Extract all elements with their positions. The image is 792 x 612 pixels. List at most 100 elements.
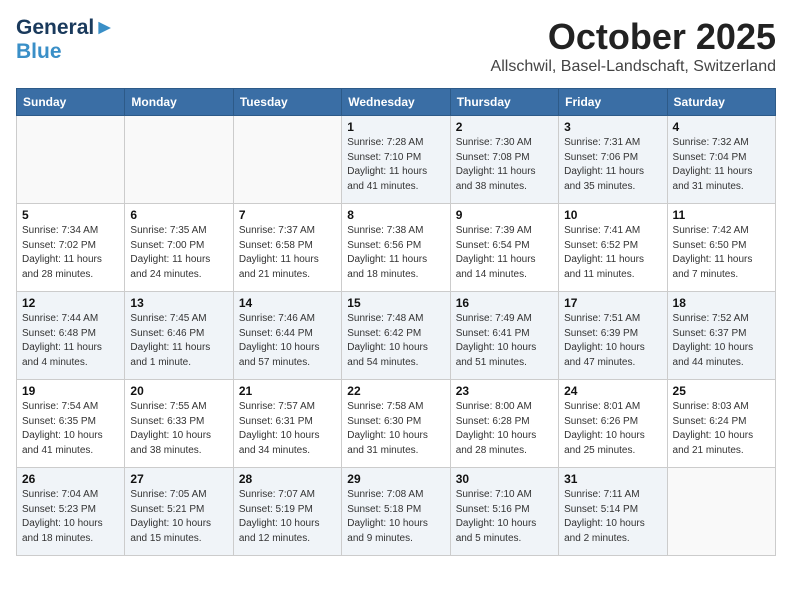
day-info: Sunrise: 7:48 AMSunset: 6:42 PMDaylight:… xyxy=(347,312,444,370)
day-info: Sunrise: 7:34 AMSunset: 7:02 PMDaylight:… xyxy=(22,224,119,282)
logo: General► Blue xyxy=(16,16,115,64)
day-number: 10 xyxy=(564,208,661,222)
day-number: 28 xyxy=(239,472,336,486)
calendar-cell: 25 Sunrise: 8:03 AMSunset: 6:24 PMDayligh… xyxy=(667,380,775,468)
day-number: 27 xyxy=(130,472,227,486)
weekday-header-saturday: Saturday xyxy=(667,89,775,116)
day-info: Sunrise: 7:32 AMSunset: 7:04 PMDaylight:… xyxy=(673,136,770,194)
week-row-4: 26 Sunrise: 7:04 AMSunset: 5:23 PMDayligh… xyxy=(17,468,776,556)
day-number: 29 xyxy=(347,472,444,486)
calendar-cell: 8Sunrise: 7:38 AMSunset: 6:56 PMDaylight… xyxy=(342,204,450,292)
day-info: Sunrise: 7:41 AMSunset: 6:52 PMDaylight:… xyxy=(564,224,661,282)
calendar-body: 1 Sunrise: 7:28 AMSunset: 7:10 PMDaylight… xyxy=(17,116,776,556)
day-number: 13 xyxy=(130,296,227,310)
weekday-header-tuesday: Tuesday xyxy=(233,89,341,116)
calendar-cell: 19 Sunrise: 7:54 AMSunset: 6:35 PMDayligh… xyxy=(17,380,125,468)
day-info: Sunrise: 8:01 AMSunset: 6:26 PMDaylight:… xyxy=(564,400,661,458)
day-number: 25 xyxy=(673,384,770,398)
day-info: Sunrise: 7:05 AMSunset: 5:21 PMDaylight:… xyxy=(130,488,227,546)
calendar-cell: 27 Sunrise: 7:05 AMSunset: 5:21 PMDayligh… xyxy=(125,468,233,556)
day-info: Sunrise: 7:04 AMSunset: 5:23 PMDaylight:… xyxy=(22,488,119,546)
calendar-cell: 15 Sunrise: 7:48 AMSunset: 6:42 PMDayligh… xyxy=(342,292,450,380)
calendar-cell: 9 Sunrise: 7:39 AMSunset: 6:54 PMDaylight… xyxy=(450,204,558,292)
day-info: Sunrise: 7:52 AMSunset: 6:37 PMDaylight:… xyxy=(673,312,770,370)
calendar-cell: 23Sunrise: 8:00 AMSunset: 6:28 PMDayligh… xyxy=(450,380,558,468)
day-number: 9 xyxy=(456,208,553,222)
weekday-header-thursday: Thursday xyxy=(450,89,558,116)
day-number: 4 xyxy=(673,120,770,134)
calendar-cell: 3 Sunrise: 7:31 AMSunset: 7:06 PMDaylight… xyxy=(559,116,667,204)
day-info: Sunrise: 7:44 AMSunset: 6:48 PMDaylight:… xyxy=(22,312,119,370)
week-row-3: 19 Sunrise: 7:54 AMSunset: 6:35 PMDayligh… xyxy=(17,380,776,468)
logo-blue: Blue xyxy=(16,40,115,64)
title-block: October 2025 Allschwil, Basel-Landschaft… xyxy=(491,16,776,76)
calendar-cell: 17Sunrise: 7:51 AMSunset: 6:39 PMDayligh… xyxy=(559,292,667,380)
day-info: Sunrise: 7:54 AMSunset: 6:35 PMDaylight:… xyxy=(22,400,119,458)
day-info: Sunrise: 7:08 AMSunset: 5:18 PMDaylight:… xyxy=(347,488,444,546)
day-number: 26 xyxy=(22,472,119,486)
day-number: 8 xyxy=(347,208,444,222)
calendar-table: SundayMondayTuesdayWednesdayThursdayFrid… xyxy=(16,88,776,556)
calendar-cell: 10 Sunrise: 7:41 AMSunset: 6:52 PMDayligh… xyxy=(559,204,667,292)
calendar-cell xyxy=(17,116,125,204)
calendar-cell: 29 Sunrise: 7:08 AMSunset: 5:18 PMDayligh… xyxy=(342,468,450,556)
day-info: Sunrise: 7:11 AMSunset: 5:14 PMDaylight:… xyxy=(564,488,661,546)
day-info: Sunrise: 7:42 AMSunset: 6:50 PMDaylight:… xyxy=(673,224,770,282)
day-info: Sunrise: 7:30 AMSunset: 7:08 PMDaylight:… xyxy=(456,136,553,194)
day-number: 2 xyxy=(456,120,553,134)
calendar-cell: 18 Sunrise: 7:52 AMSunset: 6:37 PMDayligh… xyxy=(667,292,775,380)
logo-text: General► xyxy=(16,16,115,40)
calendar-cell: 1 Sunrise: 7:28 AMSunset: 7:10 PMDaylight… xyxy=(342,116,450,204)
day-number: 1 xyxy=(347,120,444,134)
weekday-row: SundayMondayTuesdayWednesdayThursdayFrid… xyxy=(17,89,776,116)
day-number: 14 xyxy=(239,296,336,310)
day-info: Sunrise: 7:10 AMSunset: 5:16 PMDaylight:… xyxy=(456,488,553,546)
day-number: 17 xyxy=(564,296,661,310)
day-number: 15 xyxy=(347,296,444,310)
day-info: Sunrise: 7:28 AMSunset: 7:10 PMDaylight:… xyxy=(347,136,444,194)
day-info: Sunrise: 7:49 AMSunset: 6:41 PMDaylight:… xyxy=(456,312,553,370)
day-number: 16 xyxy=(456,296,553,310)
day-info: Sunrise: 7:45 AMSunset: 6:46 PMDaylight:… xyxy=(130,312,227,370)
calendar-cell: 20Sunrise: 7:55 AMSunset: 6:33 PMDayligh… xyxy=(125,380,233,468)
calendar-cell: 12Sunrise: 7:44 AMSunset: 6:48 PMDayligh… xyxy=(17,292,125,380)
day-number: 18 xyxy=(673,296,770,310)
weekday-header-sunday: Sunday xyxy=(17,89,125,116)
day-info: Sunrise: 7:46 AMSunset: 6:44 PMDaylight:… xyxy=(239,312,336,370)
day-info: Sunrise: 7:39 AMSunset: 6:54 PMDaylight:… xyxy=(456,224,553,282)
calendar-cell: 6Sunrise: 7:35 AMSunset: 7:00 PMDaylight… xyxy=(125,204,233,292)
page-header: General► Blue October 2025 Allschwil, Ba… xyxy=(16,16,776,76)
calendar-cell: 28 Sunrise: 7:07 AMSunset: 5:19 PMDayligh… xyxy=(233,468,341,556)
week-row-1: 5 Sunrise: 7:34 AMSunset: 7:02 PMDaylight… xyxy=(17,204,776,292)
day-info: Sunrise: 7:31 AMSunset: 7:06 PMDaylight:… xyxy=(564,136,661,194)
day-number: 11 xyxy=(673,208,770,222)
day-number: 22 xyxy=(347,384,444,398)
day-info: Sunrise: 8:03 AMSunset: 6:24 PMDaylight:… xyxy=(673,400,770,458)
day-number: 23 xyxy=(456,384,553,398)
day-number: 19 xyxy=(22,384,119,398)
calendar-cell: 22Sunrise: 7:58 AMSunset: 6:30 PMDayligh… xyxy=(342,380,450,468)
calendar-cell xyxy=(125,116,233,204)
day-info: Sunrise: 7:35 AMSunset: 7:00 PMDaylight:… xyxy=(130,224,227,282)
calendar-cell: 2 Sunrise: 7:30 AMSunset: 7:08 PMDaylight… xyxy=(450,116,558,204)
month-title: October 2025 xyxy=(491,16,776,58)
day-info: Sunrise: 7:07 AMSunset: 5:19 PMDaylight:… xyxy=(239,488,336,546)
day-info: Sunrise: 7:37 AMSunset: 6:58 PMDaylight:… xyxy=(239,224,336,282)
week-row-0: 1 Sunrise: 7:28 AMSunset: 7:10 PMDaylight… xyxy=(17,116,776,204)
week-row-2: 12Sunrise: 7:44 AMSunset: 6:48 PMDayligh… xyxy=(17,292,776,380)
weekday-header-friday: Friday xyxy=(559,89,667,116)
day-number: 24 xyxy=(564,384,661,398)
calendar-cell: 30Sunrise: 7:10 AMSunset: 5:16 PMDayligh… xyxy=(450,468,558,556)
calendar-cell: 31Sunrise: 7:11 AMSunset: 5:14 PMDayligh… xyxy=(559,468,667,556)
day-number: 5 xyxy=(22,208,119,222)
calendar-header: SundayMondayTuesdayWednesdayThursdayFrid… xyxy=(17,89,776,116)
day-number: 3 xyxy=(564,120,661,134)
calendar-cell: 7 Sunrise: 7:37 AMSunset: 6:58 PMDaylight… xyxy=(233,204,341,292)
calendar-cell: 13 Sunrise: 7:45 AMSunset: 6:46 PMDayligh… xyxy=(125,292,233,380)
calendar-cell: 5 Sunrise: 7:34 AMSunset: 7:02 PMDaylight… xyxy=(17,204,125,292)
calendar-cell: 11 Sunrise: 7:42 AMSunset: 6:50 PMDayligh… xyxy=(667,204,775,292)
calendar-cell: 4 Sunrise: 7:32 AMSunset: 7:04 PMDaylight… xyxy=(667,116,775,204)
day-number: 7 xyxy=(239,208,336,222)
calendar-cell xyxy=(233,116,341,204)
calendar-cell xyxy=(667,468,775,556)
